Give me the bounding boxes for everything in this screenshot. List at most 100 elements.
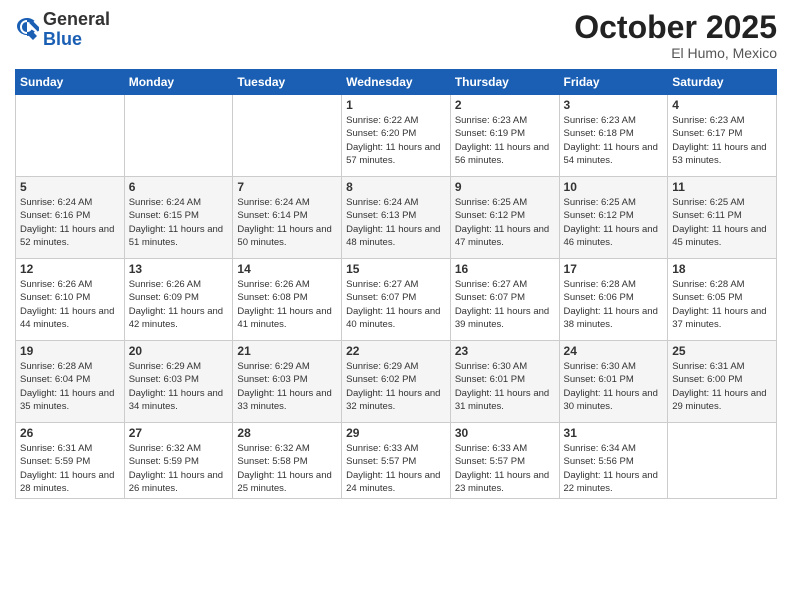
day-info: Sunrise: 6:23 AM Sunset: 6:18 PM Dayligh… bbox=[564, 114, 664, 167]
day-info: Sunrise: 6:30 AM Sunset: 6:01 PM Dayligh… bbox=[455, 360, 555, 413]
logo-general: General bbox=[43, 9, 110, 29]
day-number: 26 bbox=[20, 426, 120, 440]
day-number: 25 bbox=[672, 344, 772, 358]
day-info: Sunrise: 6:24 AM Sunset: 6:13 PM Dayligh… bbox=[346, 196, 446, 249]
table-row: 17Sunrise: 6:28 AM Sunset: 6:06 PM Dayli… bbox=[559, 259, 668, 341]
day-number: 8 bbox=[346, 180, 446, 194]
table-row: 14 Sunrise: 6:26 AM Sunset: 6:08 PM Dayli… bbox=[233, 259, 342, 341]
day-info: Sunrise: 6:29 AM Sunset: 6:03 PM Dayligh… bbox=[129, 360, 229, 413]
day-number: 4 bbox=[672, 98, 772, 112]
calendar-body: 1 Sunrise: 6:22 AM Sunset: 6:20 PM Daylig… bbox=[16, 95, 777, 499]
table-row: 20 Sunrise: 6:29 AM Sunset: 6:03 PM Dayli… bbox=[124, 341, 233, 423]
day-number: 2 bbox=[455, 98, 555, 112]
day-number: 21 bbox=[237, 344, 337, 358]
table-row: 24Sunrise: 6:30 AM Sunset: 6:01 PM Dayli… bbox=[559, 341, 668, 423]
logo-name: General Blue bbox=[43, 10, 110, 50]
day-info: Sunrise: 6:30 AM Sunset: 6:01 PM Dayligh… bbox=[564, 360, 664, 413]
table-row bbox=[124, 95, 233, 177]
day-number: 13 bbox=[129, 262, 229, 276]
day-number: 30 bbox=[455, 426, 555, 440]
col-friday: Friday bbox=[559, 70, 668, 95]
day-info: Sunrise: 6:31 AM Sunset: 6:00 PM Dayligh… bbox=[672, 360, 772, 413]
col-wednesday: Wednesday bbox=[342, 70, 451, 95]
page: General Blue October 2025 El Humo, Mexic… bbox=[0, 0, 792, 612]
day-number: 18 bbox=[672, 262, 772, 276]
logo: General Blue bbox=[15, 10, 110, 50]
day-number: 19 bbox=[20, 344, 120, 358]
day-info: Sunrise: 6:25 AM Sunset: 6:11 PM Dayligh… bbox=[672, 196, 772, 249]
table-row: 10 Sunrise: 6:25 AM Sunset: 6:12 PM Dayli… bbox=[559, 177, 668, 259]
logo-text-block: General Blue bbox=[43, 10, 110, 50]
day-number: 15 bbox=[346, 262, 446, 276]
day-info: Sunrise: 6:28 AM Sunset: 6:05 PM Dayligh… bbox=[672, 278, 772, 331]
logo-blue: Blue bbox=[43, 29, 82, 49]
day-number: 10 bbox=[564, 180, 664, 194]
day-info: Sunrise: 6:29 AM Sunset: 6:03 PM Dayligh… bbox=[237, 360, 337, 413]
day-number: 16 bbox=[455, 262, 555, 276]
day-number: 28 bbox=[237, 426, 337, 440]
day-number: 3 bbox=[564, 98, 664, 112]
col-sunday: Sunday bbox=[16, 70, 125, 95]
day-number: 7 bbox=[237, 180, 337, 194]
day-number: 14 bbox=[237, 262, 337, 276]
day-info: Sunrise: 6:28 AM Sunset: 6:06 PM Dayligh… bbox=[564, 278, 664, 331]
day-info: Sunrise: 6:32 AM Sunset: 5:59 PM Dayligh… bbox=[129, 442, 229, 495]
day-number: 5 bbox=[20, 180, 120, 194]
table-row: 19 Sunrise: 6:28 AM Sunset: 6:04 PM Dayli… bbox=[16, 341, 125, 423]
month-title: October 2025 bbox=[574, 10, 777, 45]
title-block: October 2025 El Humo, Mexico bbox=[574, 10, 777, 61]
day-info: Sunrise: 6:33 AM Sunset: 5:57 PM Dayligh… bbox=[346, 442, 446, 495]
day-info: Sunrise: 6:26 AM Sunset: 6:08 PM Dayligh… bbox=[237, 278, 337, 331]
table-row: 3 Sunrise: 6:23 AM Sunset: 6:18 PM Daylig… bbox=[559, 95, 668, 177]
logo-icon bbox=[15, 18, 39, 42]
day-info: Sunrise: 6:31 AM Sunset: 5:59 PM Dayligh… bbox=[20, 442, 120, 495]
day-info: Sunrise: 6:27 AM Sunset: 6:07 PM Dayligh… bbox=[455, 278, 555, 331]
table-row: 15Sunrise: 6:27 AM Sunset: 6:07 PM Dayli… bbox=[342, 259, 451, 341]
day-info: Sunrise: 6:28 AM Sunset: 6:04 PM Dayligh… bbox=[20, 360, 120, 413]
day-number: 20 bbox=[129, 344, 229, 358]
day-info: Sunrise: 6:29 AM Sunset: 6:02 PM Dayligh… bbox=[346, 360, 446, 413]
day-number: 9 bbox=[455, 180, 555, 194]
day-number: 11 bbox=[672, 180, 772, 194]
day-number: 1 bbox=[346, 98, 446, 112]
day-info: Sunrise: 6:34 AM Sunset: 5:56 PM Dayligh… bbox=[564, 442, 664, 495]
table-row: 6Sunrise: 6:24 AM Sunset: 6:15 PM Daylig… bbox=[124, 177, 233, 259]
table-row: 13Sunrise: 6:26 AM Sunset: 6:09 PM Dayli… bbox=[124, 259, 233, 341]
day-info: Sunrise: 6:23 AM Sunset: 6:19 PM Dayligh… bbox=[455, 114, 555, 167]
day-info: Sunrise: 6:23 AM Sunset: 6:17 PM Dayligh… bbox=[672, 114, 772, 167]
day-number: 12 bbox=[20, 262, 120, 276]
col-thursday: Thursday bbox=[450, 70, 559, 95]
calendar-header-row: Sunday Monday Tuesday Wednesday Thursday… bbox=[16, 70, 777, 95]
table-row bbox=[16, 95, 125, 177]
day-info: Sunrise: 6:25 AM Sunset: 6:12 PM Dayligh… bbox=[564, 196, 664, 249]
table-row: 9 Sunrise: 6:25 AM Sunset: 6:12 PM Daylig… bbox=[450, 177, 559, 259]
day-info: Sunrise: 6:33 AM Sunset: 5:57 PM Dayligh… bbox=[455, 442, 555, 495]
table-row: 25 Sunrise: 6:31 AM Sunset: 6:00 PM Dayli… bbox=[668, 341, 777, 423]
table-row: 21 Sunrise: 6:29 AM Sunset: 6:03 PM Dayli… bbox=[233, 341, 342, 423]
day-info: Sunrise: 6:24 AM Sunset: 6:16 PM Dayligh… bbox=[20, 196, 120, 249]
table-row: 18 Sunrise: 6:28 AM Sunset: 6:05 PM Dayli… bbox=[668, 259, 777, 341]
day-info: Sunrise: 6:25 AM Sunset: 6:12 PM Dayligh… bbox=[455, 196, 555, 249]
table-row: 5 Sunrise: 6:24 AM Sunset: 6:16 PM Daylig… bbox=[16, 177, 125, 259]
table-row: 4 Sunrise: 6:23 AM Sunset: 6:17 PM Daylig… bbox=[668, 95, 777, 177]
day-info: Sunrise: 6:24 AM Sunset: 6:15 PM Dayligh… bbox=[129, 196, 229, 249]
calendar: Sunday Monday Tuesday Wednesday Thursday… bbox=[15, 69, 777, 499]
day-info: Sunrise: 6:22 AM Sunset: 6:20 PM Dayligh… bbox=[346, 114, 446, 167]
day-info: Sunrise: 6:26 AM Sunset: 6:10 PM Dayligh… bbox=[20, 278, 120, 331]
table-row: 7Sunrise: 6:24 AM Sunset: 6:14 PM Daylig… bbox=[233, 177, 342, 259]
table-row: 27 Sunrise: 6:32 AM Sunset: 5:59 PM Dayli… bbox=[124, 423, 233, 499]
table-row: 1 Sunrise: 6:22 AM Sunset: 6:20 PM Daylig… bbox=[342, 95, 451, 177]
table-row: 23Sunrise: 6:30 AM Sunset: 6:01 PM Dayli… bbox=[450, 341, 559, 423]
table-row: 30 Sunrise: 6:33 AM Sunset: 5:57 PM Dayli… bbox=[450, 423, 559, 499]
col-monday: Monday bbox=[124, 70, 233, 95]
table-row: 16 Sunrise: 6:27 AM Sunset: 6:07 PM Dayli… bbox=[450, 259, 559, 341]
col-tuesday: Tuesday bbox=[233, 70, 342, 95]
table-row bbox=[233, 95, 342, 177]
table-row: 11 Sunrise: 6:25 AM Sunset: 6:11 PM Dayli… bbox=[668, 177, 777, 259]
table-row: 28 Sunrise: 6:32 AM Sunset: 5:58 PM Dayli… bbox=[233, 423, 342, 499]
day-info: Sunrise: 6:32 AM Sunset: 5:58 PM Dayligh… bbox=[237, 442, 337, 495]
day-number: 22 bbox=[346, 344, 446, 358]
day-number: 27 bbox=[129, 426, 229, 440]
table-row: 2 Sunrise: 6:23 AM Sunset: 6:19 PM Daylig… bbox=[450, 95, 559, 177]
table-row: 12 Sunrise: 6:26 AM Sunset: 6:10 PM Dayli… bbox=[16, 259, 125, 341]
